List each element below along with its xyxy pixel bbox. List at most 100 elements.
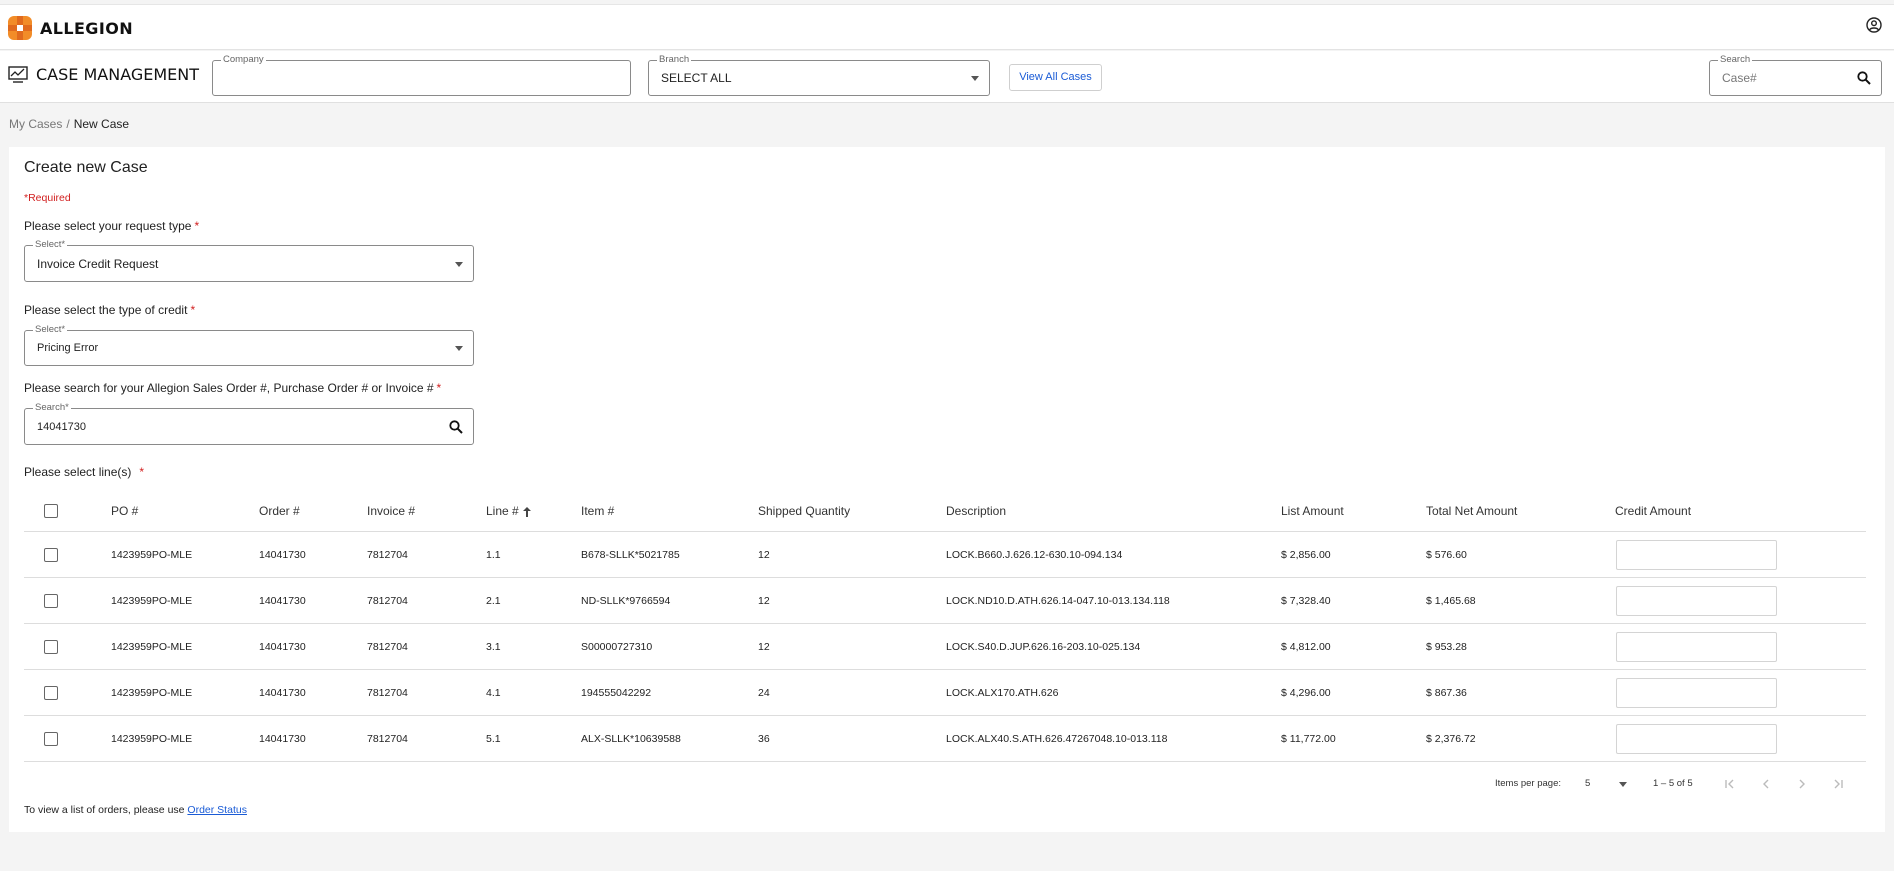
cell-list-amount: $ 4,296.00: [1281, 686, 1331, 699]
items-per-page-select[interactable]: 5: [1575, 774, 1631, 792]
last-page-icon[interactable]: [1831, 777, 1845, 791]
credit-amount-input[interactable]: [1616, 631, 1777, 662]
brand-name: ALLEGION: [40, 18, 133, 38]
cell-invoice: 7812704: [367, 594, 408, 607]
column-header-credit-amount[interactable]: Credit Amount: [1615, 504, 1691, 518]
cell-line: 4.1: [486, 686, 501, 699]
request-type-question: Please select your request type *: [24, 219, 199, 233]
cell-list-amount: $ 11,772.00: [1281, 732, 1336, 745]
cell-total-net: $ 953.28: [1426, 640, 1467, 653]
view-all-cases-button[interactable]: View All Cases: [1009, 64, 1102, 91]
row-checkbox[interactable]: [44, 685, 58, 700]
table-row: 1423959PO-MLE 14041730 7812704 5.1 ALX-S…: [24, 716, 1866, 762]
cell-po: 1423959PO-MLE: [111, 686, 193, 699]
column-header-shipped-qty[interactable]: Shipped Quantity: [758, 504, 850, 518]
credit-amount-input[interactable]: [1616, 585, 1777, 616]
credit-type-value: Pricing Error: [37, 342, 99, 354]
order-search-value: 14041730: [37, 420, 86, 433]
monitor-chart-icon: [8, 65, 28, 83]
chevron-down-icon: [971, 76, 979, 81]
case-search-placeholder: Case#: [1722, 71, 1757, 85]
allegion-logo-icon: [8, 16, 32, 40]
credit-type-select[interactable]: Select* Pricing Error: [24, 324, 474, 366]
request-type-select[interactable]: Select* Invoice Credit Request: [24, 239, 474, 282]
search-icon[interactable]: [1857, 71, 1871, 85]
column-header-description[interactable]: Description: [946, 504, 1006, 518]
company-field[interactable]: Company: [212, 54, 631, 96]
cell-po: 1423959PO-MLE: [111, 640, 193, 653]
branch-label: Branch: [657, 54, 692, 66]
column-header-total-net[interactable]: Total Net Amount: [1426, 504, 1517, 518]
first-page-icon[interactable]: [1723, 777, 1737, 791]
cell-list-amount: $ 2,856.00: [1281, 548, 1331, 561]
column-header-list-amount[interactable]: List Amount: [1281, 504, 1344, 518]
column-header-invoice[interactable]: Invoice #: [367, 504, 415, 518]
cell-line: 2.1: [486, 594, 501, 607]
cell-po: 1423959PO-MLE: [111, 732, 193, 745]
order-lines-table: PO # Order # Invoice # Line # Item # Shi…: [24, 491, 1866, 762]
cell-description: LOCK.B660.J.626.12-630.10-094.134: [946, 548, 1123, 561]
table-row: 1423959PO-MLE 14041730 7812704 4.1 19455…: [24, 670, 1866, 716]
row-checkbox[interactable]: [44, 639, 58, 654]
column-header-line[interactable]: Line #: [486, 504, 531, 518]
required-star: *: [190, 303, 196, 317]
search-icon[interactable]: [449, 420, 463, 434]
table-row: 1423959PO-MLE 14041730 7812704 2.1 ND-SL…: [24, 578, 1866, 624]
branch-select[interactable]: Branch SELECT ALL: [648, 54, 990, 96]
chevron-down-icon: [455, 346, 463, 351]
order-search-question-text: Please search for your Allegion Sales Or…: [24, 381, 434, 395]
column-header-po[interactable]: PO #: [111, 504, 138, 518]
cell-total-net: $ 576.60: [1426, 548, 1467, 561]
cell-description: LOCK.S40.D.JUP.626.16-203.10-025.134: [946, 640, 1141, 653]
credit-type-label: Select*: [33, 324, 68, 336]
cell-item: ALX-SLLK*10639588: [581, 732, 681, 745]
column-header-item[interactable]: Item #: [581, 504, 614, 518]
cell-line: 1.1: [486, 548, 501, 561]
credit-amount-input[interactable]: [1616, 677, 1777, 708]
order-status-link[interactable]: Order Status: [187, 804, 247, 816]
row-checkbox[interactable]: [44, 731, 58, 746]
brand-logo[interactable]: ALLEGION: [8, 16, 133, 40]
cell-invoice: 7812704: [367, 640, 408, 653]
required-note: *Required: [24, 192, 71, 204]
order-search-field[interactable]: Search* 14041730: [24, 402, 474, 445]
breadcrumb: My Cases / New Case: [9, 117, 129, 131]
request-type-question-text: Please select your request type: [24, 219, 192, 233]
cell-description: LOCK.ND10.D.ATH.626.14-047.10-013.134.11…: [946, 594, 1170, 607]
cell-total-net: $ 867.36: [1426, 686, 1467, 699]
row-checkbox[interactable]: [44, 547, 58, 562]
cell-order: 14041730: [259, 686, 306, 699]
cell-shipped-qty: 12: [758, 548, 770, 561]
next-page-icon[interactable]: [1795, 777, 1809, 791]
row-checkbox[interactable]: [44, 593, 58, 608]
cell-po: 1423959PO-MLE: [111, 594, 193, 607]
chevron-down-icon: [1619, 782, 1627, 787]
footer-note: To view a list of orders, please use Ord…: [24, 804, 247, 816]
lines-question-text: Please select line(s): [24, 465, 132, 479]
cell-order: 14041730: [259, 548, 306, 561]
table-row: 1423959PO-MLE 14041730 7812704 1.1 B678-…: [24, 532, 1866, 578]
request-type-value: Invoice Credit Request: [37, 256, 159, 271]
previous-page-icon[interactable]: [1759, 777, 1773, 791]
chevron-down-icon: [455, 261, 463, 267]
cell-item: B678-SLLK*5021785: [581, 548, 680, 561]
credit-amount-input[interactable]: [1616, 539, 1777, 570]
top-bar: ALLEGION: [0, 4, 1894, 50]
items-per-page-value: 5: [1585, 778, 1591, 789]
credit-type-question-text: Please select the type of credit: [24, 303, 188, 317]
credit-amount-input[interactable]: [1616, 723, 1777, 754]
cell-description: LOCK.ALX170.ATH.626: [946, 686, 1059, 699]
column-header-order[interactable]: Order #: [259, 504, 300, 518]
case-search-field[interactable]: Search Case#: [1709, 54, 1882, 96]
breadcrumb-my-cases[interactable]: My Cases: [9, 117, 62, 131]
cell-po: 1423959PO-MLE: [111, 548, 193, 561]
cell-item: 194555042292: [581, 686, 652, 699]
cell-total-net: $ 1,465.68: [1426, 594, 1476, 607]
cell-shipped-qty: 36: [758, 732, 770, 745]
account-circle-icon[interactable]: [1866, 17, 1882, 33]
select-all-checkbox[interactable]: [44, 504, 58, 518]
cell-description: LOCK.ALX40.S.ATH.626.47267048.10-013.118: [946, 732, 1168, 745]
cell-order: 14041730: [259, 594, 306, 607]
arrow-up-icon: [522, 506, 531, 517]
cell-line: 3.1: [486, 640, 501, 653]
